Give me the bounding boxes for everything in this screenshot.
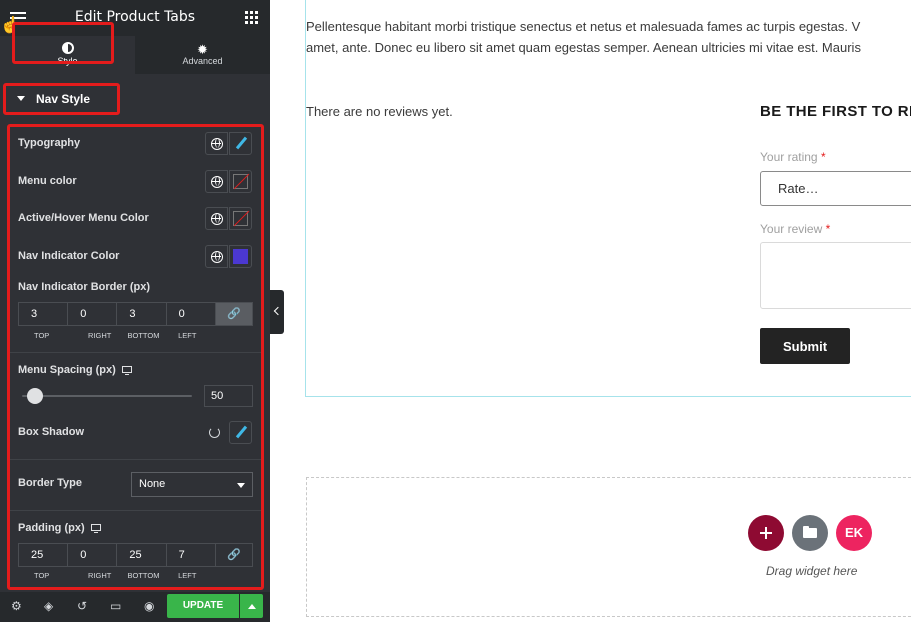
description-line-2: amet, ante. Donec eu libero sit amet qua… [306, 40, 861, 55]
review-label-text: Your review [760, 222, 823, 236]
required-mark: * [825, 222, 831, 236]
add-template-button[interactable] [792, 515, 828, 551]
required-mark: * [820, 150, 826, 164]
elementskit-logo-icon: EK [844, 525, 864, 540]
tab-advanced-label: Advanced [182, 56, 223, 66]
elementskit-button[interactable]: EK [836, 515, 872, 551]
review-form-title: BE THE FIRST TO RE [760, 103, 911, 120]
add-section-button[interactable] [748, 515, 784, 551]
gear-icon: ✹ [197, 42, 208, 57]
highlight-controls [7, 124, 264, 590]
preview-eye-icon[interactable]: ◉ [144, 600, 154, 612]
widgets-grid-icon[interactable] [245, 11, 258, 24]
highlight-style-tab [12, 22, 114, 64]
rating-label-text: Your rating [760, 150, 818, 164]
settings-gear-icon[interactable]: ⚙ [11, 600, 22, 612]
rating-label: Your rating * [760, 150, 826, 164]
submit-button[interactable]: Submit [760, 328, 850, 364]
editor-panel: Edit Product Tabs ☝ Style ✹ Advanced Nav… [0, 0, 270, 622]
highlight-nav-style [3, 83, 120, 115]
update-options-caret[interactable] [240, 594, 263, 618]
rating-select[interactable]: Rate… [760, 171, 911, 206]
review-label: Your review * [760, 222, 830, 236]
no-reviews-text: There are no reviews yet. [306, 104, 453, 119]
folder-icon [803, 526, 817, 538]
drag-widget-hint: Drag widget here [766, 564, 858, 578]
editor-root: Edit Product Tabs ☝ Style ✹ Advanced Nav… [0, 0, 911, 622]
update-button[interactable]: UPDATE [167, 594, 239, 618]
tab-advanced[interactable]: ✹ Advanced [135, 36, 270, 74]
layers-icon[interactable]: ◈ [44, 600, 53, 612]
collapse-panel-toggle[interactable] [270, 290, 284, 334]
description-line-1: Pellentesque habitant morbi tristique se… [306, 19, 861, 34]
review-textarea[interactable] [760, 242, 911, 309]
history-icon[interactable]: ↺ [77, 600, 87, 612]
product-description: Pellentesque habitant morbi tristique se… [306, 16, 911, 58]
responsive-mode-icon[interactable]: ▭ [110, 600, 121, 612]
